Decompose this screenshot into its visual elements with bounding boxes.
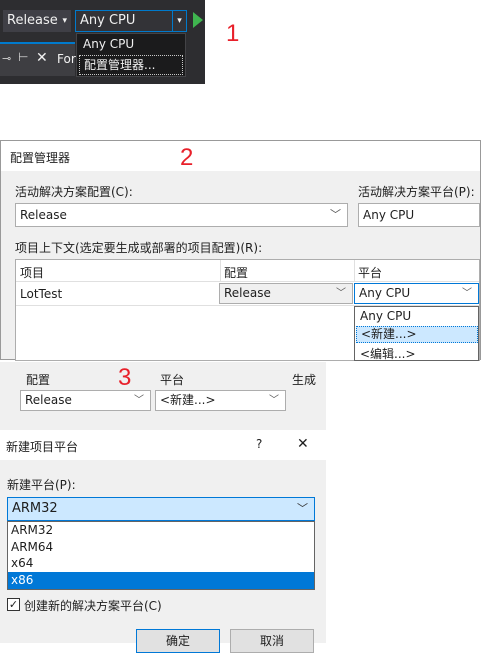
row-platform-value: Any CPU [359,286,411,300]
option-x86[interactable]: x86 [8,572,314,589]
solution-platform-value: Any CPU [80,13,136,28]
strip-platform-select[interactable]: <新建...> ﹀ [155,390,286,411]
close-icon[interactable]: ✕ [297,436,309,452]
option-x64[interactable]: x64 [11,556,33,570]
strip-config-select[interactable]: Release ﹀ [20,390,151,411]
chevron-down-icon: ﹀ [336,288,346,299]
solution-config-combo[interactable]: Release ▾ [3,10,71,32]
dialog-title: 配置管理器 [10,151,71,165]
column-header-platform: 平台 [358,266,383,280]
grid-header: 项目 配置 平台 [16,260,479,282]
row-platform-select[interactable]: Any CPU ﹀ [354,283,479,304]
dropdown-item-config-manager[interactable]: 配置管理器... [79,55,183,75]
pin-tab-icon[interactable]: ⊢ [18,50,28,64]
strip-header-build: 生成 [292,373,317,387]
help-icon[interactable]: ? [256,437,262,451]
ok-button[interactable]: 确定 [136,629,220,653]
step-number-2: 2 [180,144,194,171]
chevron-down-icon: ▾ [172,11,186,31]
dialog-title: 新建项目平台 [6,440,79,454]
solution-platform-combo[interactable]: Any CPU ▾ [75,10,187,32]
chevron-down-icon: ▾ [62,16,67,26]
chevron-down-icon: ﹀ [462,288,472,299]
column-divider [220,260,221,282]
step-number-3: 3 [118,364,132,391]
active-platform-label: 活动解决方案平台(P): [358,185,475,199]
config-manager-dialog: 配置管理器 活动解决方案配置(C): Release ﹀ 活动解决方案平台(P)… [0,140,481,361]
option-arm32[interactable]: ARM32 [11,523,53,537]
step-number-1: 1 [226,20,240,47]
chevron-down-icon: ﹀ [297,502,308,515]
strip-header-config: 配置 [26,373,51,387]
chevron-down-icon: ﹀ [134,395,144,406]
project-context-grid: 项目 配置 平台 LotTest Release ﹀ Any CPU ﹀ Any… [15,259,480,361]
strip-platform-value: <新建...> [160,393,216,407]
option-arm64[interactable]: ARM64 [11,540,53,554]
column-header-config: 配置 [224,266,249,280]
project-context-label: 项目上下文(选定要生成或部署的项目配置)(R): [15,241,263,255]
pin-icon[interactable]: ⊸ [2,52,11,65]
dialog-titlebar: 配置管理器 [1,141,480,171]
chevron-down-icon: ﹀ [330,208,341,221]
dropdown-item-any-cpu[interactable]: Any CPU [83,37,134,51]
dialog-titlebar: 新建项目平台 ? ✕ [0,430,326,460]
strip-config-value: Release [25,393,72,407]
new-platform-value: ARM32 [12,501,58,516]
option-new[interactable]: <新建...> [356,326,478,343]
tab-label[interactable]: For [57,52,76,66]
create-solution-platform-checkbox[interactable]: ✓ [7,598,20,611]
cancel-button[interactable]: 取消 [230,629,314,653]
chevron-down-icon: ﹀ [269,395,279,406]
solution-config-value: Release [7,13,58,28]
strip-header-platform: 平台 [160,373,185,387]
option-any-cpu[interactable]: Any CPU [360,309,411,323]
row-config-select[interactable]: Release ﹀ [219,283,353,304]
row-platform-dropdown: Any CPU <新建...> <编辑...> [354,306,479,361]
row-config-value: Release [224,286,271,300]
active-config-value: Release [20,208,67,222]
active-config-select[interactable]: Release ﹀ [15,203,348,227]
project-name: LotTest [20,287,63,301]
table-row: LotTest Release ﹀ Any CPU ﹀ [16,282,479,306]
column-divider [354,260,355,282]
option-edit[interactable]: <编辑...> [360,345,416,362]
active-platform-select[interactable]: Any CPU [358,203,480,227]
check-icon: ✓ [8,598,19,611]
platform-dropdown-list: Any CPU 配置管理器... [76,33,186,77]
create-solution-platform-label[interactable]: 创建新的解决方案平台(C) [24,597,162,614]
vs-toolbar: Release ▾ Any CPU ▾ ⊸ ⊢ ✕ For Any CPU 配置… [0,0,205,84]
active-config-label: 活动解决方案配置(C): [15,185,133,199]
close-icon[interactable]: ✕ [36,50,48,66]
active-platform-value: Any CPU [363,208,415,222]
column-header-project: 项目 [20,266,45,280]
new-platform-label: 新建平台(P): [7,478,76,492]
new-platform-select[interactable]: ARM32 ﹀ [7,497,315,521]
grid-strip: 配置 平台 生成 Release ﹀ <新建...> ﹀ [0,362,326,414]
new-platform-options: ARM32 ARM64 x64 x86 [7,521,315,590]
start-icon[interactable] [193,12,203,28]
new-platform-panel: 配置 平台 生成 Release ﹀ <新建...> ﹀ 新建项目平台 ? ✕ … [0,362,326,653]
tab-strip: ⊸ ⊢ ✕ For [0,42,76,76]
